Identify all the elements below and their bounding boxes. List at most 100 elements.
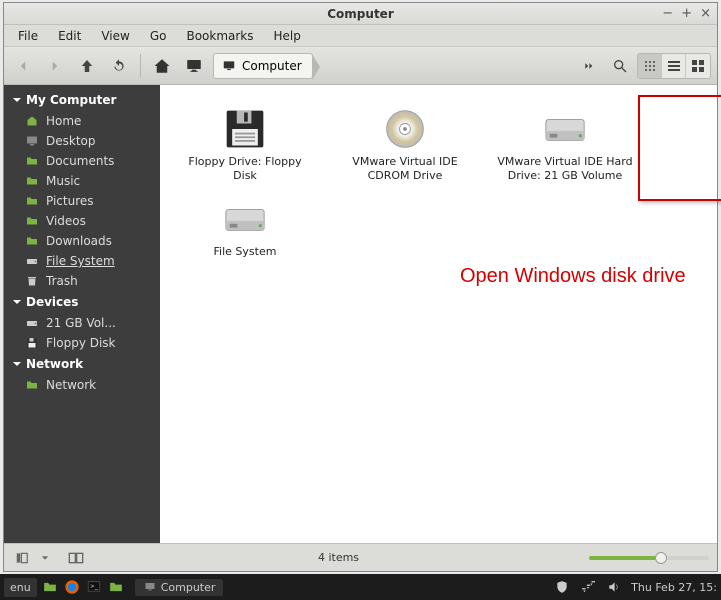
sidebar-item-floppy[interactable]: Floppy Disk [4, 333, 160, 353]
taskbar-left: enu >_ Computer [4, 578, 223, 597]
sidepane-toggle-button[interactable] [12, 548, 32, 568]
separator [140, 54, 141, 78]
sidebar-section-network[interactable]: Network [4, 353, 160, 375]
sidebar-item-filesystem[interactable]: File System [4, 251, 160, 271]
tray-volume-icon[interactable] [605, 578, 623, 596]
item-label: File System [214, 245, 277, 259]
item-filesystem[interactable]: File System [170, 189, 320, 265]
search-button[interactable] [607, 53, 633, 79]
titlebar[interactable]: Computer − + × [4, 3, 717, 25]
desktop-icon [24, 134, 40, 148]
menu-edit[interactable]: Edit [50, 27, 89, 45]
window-body: My Computer Home Desktop Documents Music… [4, 85, 717, 543]
item-hdd-volume[interactable]: VMware Virtual IDE Hard Drive: 21 GB Vol… [490, 99, 640, 189]
files-launcher-icon[interactable] [41, 578, 59, 596]
main-pane[interactable]: Floppy Drive: Floppy Disk VMware Virtual… [160, 85, 717, 543]
sidebar-section-devices[interactable]: Devices [4, 291, 160, 313]
computer-button[interactable] [181, 53, 207, 79]
zoom-slider[interactable] [589, 553, 709, 563]
music-icon [24, 174, 40, 188]
menu-button-fragment[interactable]: enu [4, 578, 37, 597]
toolbar-right [577, 53, 711, 79]
videos-icon [24, 214, 40, 228]
forward-button[interactable] [42, 53, 68, 79]
clock[interactable]: Thu Feb 27, 15: [631, 581, 717, 594]
menu-file[interactable]: File [10, 27, 46, 45]
back-button[interactable] [10, 53, 36, 79]
taskbar-app-label: Computer [161, 581, 216, 594]
hdd-icon [221, 195, 269, 243]
menu-view[interactable]: View [93, 27, 137, 45]
cdrom-icon [381, 105, 429, 153]
statusbar-left [12, 548, 88, 568]
reload-button[interactable] [106, 53, 132, 79]
floppy-icon [221, 105, 269, 153]
home-icon [24, 114, 40, 128]
taskbar[interactable]: enu >_ Computer Thu Feb 27, 15: [0, 574, 721, 600]
computer-icon [222, 59, 236, 73]
location-bar[interactable]: Computer [213, 53, 313, 79]
home-button[interactable] [149, 53, 175, 79]
tray-network-icon[interactable] [579, 578, 597, 596]
statusbar: 4 items [4, 543, 717, 571]
menu-go[interactable]: Go [142, 27, 175, 45]
sidebar-section-label: Network [26, 357, 83, 371]
pathbar-toggle-button[interactable] [577, 53, 603, 79]
folder-icon [24, 154, 40, 168]
list-view-button[interactable] [662, 54, 686, 78]
compact-view-button[interactable] [686, 54, 710, 78]
firefox-launcher-icon[interactable] [63, 578, 81, 596]
trash-icon [24, 274, 40, 288]
drive-icon [24, 316, 40, 330]
icon-view-button[interactable] [638, 54, 662, 78]
menu-bookmarks[interactable]: Bookmarks [178, 27, 261, 45]
sidebar-section-mycomputer[interactable]: My Computer [4, 89, 160, 111]
item-label: VMware Virtual IDE Hard Drive: 21 GB Vol… [496, 155, 634, 183]
annotation-text: Open Windows disk drive [460, 265, 686, 288]
sidebar-item-volume[interactable]: 21 GB Vol... [4, 313, 160, 333]
network-icon [24, 378, 40, 392]
minimize-button[interactable]: − [662, 6, 673, 21]
sidepane-dropdown-button[interactable] [36, 548, 54, 568]
sidebar-section-label: My Computer [26, 93, 116, 107]
location-label: Computer [242, 59, 302, 73]
floppy-icon [24, 336, 40, 350]
toolbar: Computer [4, 47, 717, 85]
split-view-button[interactable] [64, 548, 88, 568]
sidebar-item-documents[interactable]: Documents [4, 151, 160, 171]
sidebar[interactable]: My Computer Home Desktop Documents Music… [4, 85, 160, 543]
item-cdrom[interactable]: VMware Virtual IDE CDROM Drive [330, 99, 480, 189]
taskbar-app-computer[interactable]: Computer [135, 579, 224, 596]
sidebar-section-label: Devices [26, 295, 78, 309]
annotation-highlight [638, 95, 721, 201]
file-manager-window: Computer − + × File Edit View Go Bookmar… [3, 2, 718, 572]
close-button[interactable]: × [700, 6, 711, 21]
downloads-icon [24, 234, 40, 248]
folder-launcher-icon[interactable] [107, 578, 125, 596]
chevron-down-icon [12, 359, 22, 369]
sidebar-item-network[interactable]: Network [4, 375, 160, 395]
sidebar-item-desktop[interactable]: Desktop [4, 131, 160, 151]
up-button[interactable] [74, 53, 100, 79]
terminal-launcher-icon[interactable]: >_ [85, 578, 103, 596]
status-text: 4 items [96, 551, 581, 564]
svg-text:>_: >_ [90, 584, 98, 590]
sidebar-item-downloads[interactable]: Downloads [4, 231, 160, 251]
sidebar-item-home[interactable]: Home [4, 111, 160, 131]
item-label: Floppy Drive: Floppy Disk [176, 155, 314, 183]
menu-help[interactable]: Help [266, 27, 309, 45]
sidebar-item-trash[interactable]: Trash [4, 271, 160, 291]
chevron-down-icon [12, 297, 22, 307]
maximize-button[interactable]: + [681, 6, 692, 21]
chevron-down-icon [12, 95, 22, 105]
pictures-icon [24, 194, 40, 208]
window-title: Computer [327, 7, 393, 21]
tray-shield-icon[interactable] [553, 578, 571, 596]
item-label: VMware Virtual IDE CDROM Drive [336, 155, 474, 183]
item-floppy[interactable]: Floppy Drive: Floppy Disk [170, 99, 320, 189]
sidebar-item-music[interactable]: Music [4, 171, 160, 191]
menubar: File Edit View Go Bookmarks Help [4, 25, 717, 47]
sidebar-item-videos[interactable]: Videos [4, 211, 160, 231]
sidebar-item-pictures[interactable]: Pictures [4, 191, 160, 211]
breadcrumb-arrow-icon [312, 55, 319, 79]
